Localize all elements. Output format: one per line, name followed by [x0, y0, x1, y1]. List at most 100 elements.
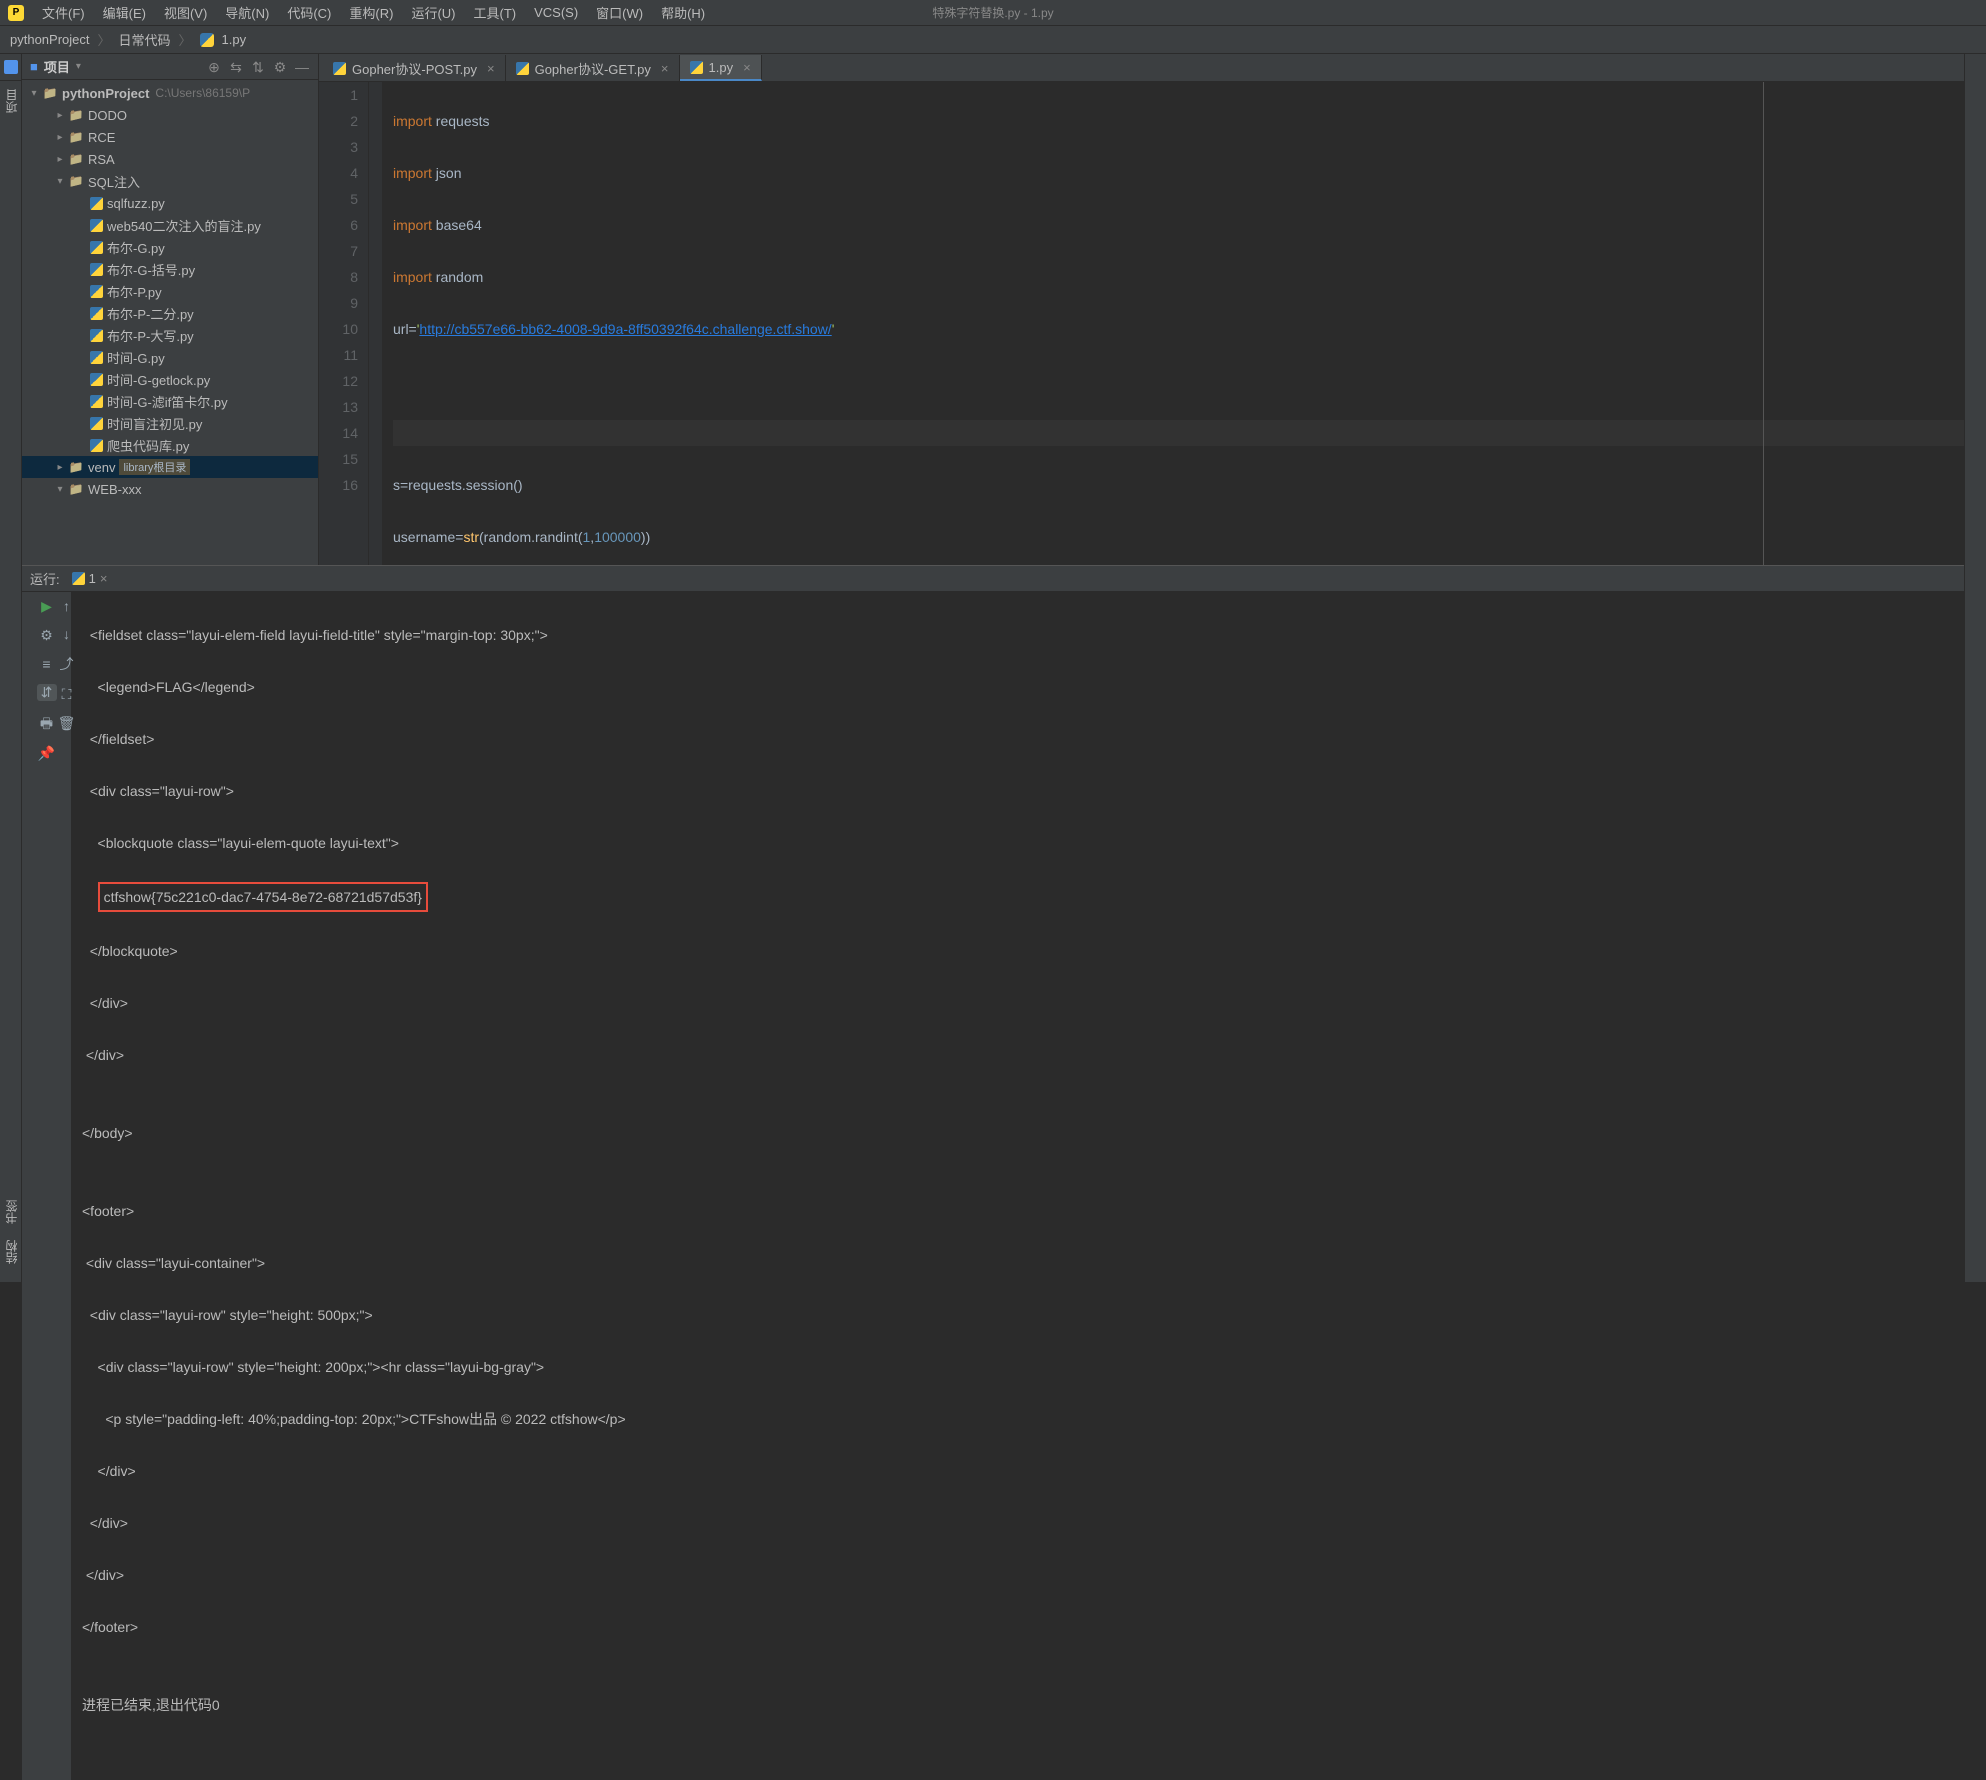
editor-tab[interactable]: Gopher协议-POST.py×: [323, 55, 506, 81]
rerun-icon[interactable]: ▶: [37, 598, 57, 615]
fold-gutter[interactable]: [369, 82, 383, 565]
python-file-icon: [90, 263, 103, 276]
tree-file[interactable]: 时间-G-getlock.py: [22, 368, 318, 390]
tree-file[interactable]: 布尔-G-括号.py: [22, 258, 318, 280]
structure-tool-tab[interactable]: 结构: [0, 1232, 23, 1272]
tree-folder[interactable]: DODO: [22, 104, 318, 126]
bookmarks-tool-tab[interactable]: 书签: [0, 1192, 23, 1232]
python-file-icon: [690, 61, 703, 74]
editor-tab[interactable]: Gopher协议-GET.py×: [506, 55, 680, 81]
folder-icon: [68, 459, 84, 475]
folder-icon: [68, 481, 84, 497]
editor-panel: Gopher协议-POST.py× Gopher协议-GET.py× 1.py×…: [319, 54, 1964, 565]
tree-folder[interactable]: SQL注入: [22, 170, 318, 192]
code-editor[interactable]: 1234 5678 9101112 13141516 import reques…: [319, 82, 1964, 565]
tree-file[interactable]: sqlfuzz.py: [22, 192, 318, 214]
code-content[interactable]: import requests import json import base6…: [383, 82, 1964, 565]
run-config-tab[interactable]: 1 ×: [66, 571, 114, 586]
locate-icon[interactable]: ⊕: [206, 59, 222, 75]
menu-view[interactable]: 视图(V): [156, 0, 215, 25]
gear-icon[interactable]: ⚙: [272, 59, 288, 75]
left-tool-window-bar: 项目 书签 结构: [0, 54, 22, 1282]
python-file-icon: [90, 307, 103, 320]
tree-file[interactable]: 布尔-G.py: [22, 236, 318, 258]
tree-file[interactable]: 时间-G.py: [22, 346, 318, 368]
crumb-project[interactable]: pythonProject: [10, 32, 90, 47]
close-tab-icon[interactable]: ×: [487, 61, 495, 76]
python-file-icon: [90, 219, 103, 232]
hide-icon[interactable]: —: [294, 59, 310, 75]
layout-icon[interactable]: ≡: [37, 656, 57, 672]
python-file-icon: [90, 351, 103, 364]
print-icon[interactable]: 🖶: [37, 713, 57, 733]
python-file-icon: [200, 33, 214, 47]
stop-icon[interactable]: ⚙: [37, 627, 57, 644]
highlighted-flag: ctfshow{75c221c0-dac7-4754-8e72-68721d57…: [98, 882, 428, 912]
python-file-icon: [516, 62, 529, 75]
folder-icon: [68, 107, 84, 123]
folder-icon: [68, 151, 84, 167]
python-file-icon: [90, 417, 103, 430]
python-file-icon: [90, 439, 103, 452]
menu-window[interactable]: 窗口(W): [588, 0, 651, 25]
tree-folder-venv[interactable]: venvlibrary根目录: [22, 456, 318, 478]
collapse-all-icon[interactable]: ⇅: [250, 59, 266, 75]
tree-file[interactable]: 布尔-P.py: [22, 280, 318, 302]
menu-refactor[interactable]: 重构(R): [341, 0, 401, 25]
python-file-icon: [72, 572, 85, 585]
pin-icon[interactable]: 📌: [37, 745, 57, 762]
run-toolbar: ▶ ⚙ ≡ ⇵ 🖶 📌 ↑ ↓ ⤴ ⛶ 🗑: [22, 592, 72, 1780]
crumb-folder[interactable]: 日常代码: [119, 30, 171, 49]
menu-vcs[interactable]: VCS(S): [526, 2, 586, 23]
tree-file[interactable]: 时间-G-滤if笛卡尔.py: [22, 390, 318, 412]
menu-file[interactable]: 文件(F): [34, 0, 93, 25]
project-panel-title: 项目: [44, 57, 70, 76]
console-output[interactable]: <fieldset class="layui-elem-field layui-…: [72, 592, 1964, 1780]
navigation-bar: pythonProject 〉 日常代码 〉 1.py: [0, 26, 1986, 54]
menu-navigate[interactable]: 导航(N): [217, 0, 277, 25]
close-tab-icon[interactable]: ×: [661, 61, 669, 76]
close-tab-icon[interactable]: ×: [100, 571, 108, 586]
python-file-icon: [90, 329, 103, 342]
window-title: 特殊字符替换.py - 1.py: [932, 4, 1053, 21]
ide-logo: P: [8, 5, 24, 21]
project-tool-icon[interactable]: [4, 60, 18, 74]
project-view-dropdown[interactable]: ▾: [76, 61, 81, 72]
current-line: [393, 420, 1964, 446]
tree-file[interactable]: web540二次注入的盲注.py: [22, 214, 318, 236]
library-root-badge: library根目录: [119, 459, 190, 475]
tree-file[interactable]: 布尔-P-二分.py: [22, 302, 318, 324]
folder-icon: [42, 85, 58, 101]
python-file-icon: [90, 395, 103, 408]
project-tool-tab[interactable]: 项目: [0, 80, 23, 121]
menu-help[interactable]: 帮助(H): [653, 0, 713, 25]
tree-folder[interactable]: WEB-xxx: [22, 478, 318, 500]
tree-root[interactable]: pythonProject C:\Users\86159\P: [22, 82, 318, 104]
tree-folder[interactable]: RSA: [22, 148, 318, 170]
project-tool-window: ■ 项目 ▾ ⊕ ⇆ ⇅ ⚙ — pythonProject C:\Users\…: [22, 54, 319, 565]
project-panel-header: ■ 项目 ▾ ⊕ ⇆ ⇅ ⚙ —: [22, 54, 318, 80]
crumb-separator: 〉: [179, 30, 192, 49]
menu-edit[interactable]: 编辑(E): [95, 0, 154, 25]
expand-all-icon[interactable]: ⇆: [228, 59, 244, 75]
editor-tab-active[interactable]: 1.py×: [680, 55, 762, 81]
tree-file[interactable]: 时间盲注初见.py: [22, 412, 318, 434]
run-label: 运行:: [30, 569, 60, 588]
soft-wrap-icon[interactable]: ⇵: [37, 684, 57, 701]
menu-run[interactable]: 运行(U): [403, 0, 463, 25]
tree-file[interactable]: 爬虫代码库.py: [22, 434, 318, 456]
tree-folder[interactable]: RCE: [22, 126, 318, 148]
tree-file[interactable]: 布尔-P-大写.py: [22, 324, 318, 346]
run-tool-window: 运行: 1 × ▶ ⚙ ≡ ⇵ 🖶 📌: [22, 566, 1964, 1780]
python-file-icon: [90, 241, 103, 254]
python-file-icon: [90, 285, 103, 298]
python-file-icon: [90, 373, 103, 386]
crumb-file[interactable]: 1.py: [222, 32, 247, 47]
menu-code[interactable]: 代码(C): [279, 0, 339, 25]
menu-tools[interactable]: 工具(T): [465, 0, 524, 25]
project-tree[interactable]: pythonProject C:\Users\86159\P DODO RCE …: [22, 80, 318, 565]
python-file-icon: [90, 197, 103, 210]
close-tab-icon[interactable]: ×: [743, 60, 751, 75]
folder-icon: [68, 129, 84, 145]
right-tool-window-bar: [1964, 54, 1986, 1282]
